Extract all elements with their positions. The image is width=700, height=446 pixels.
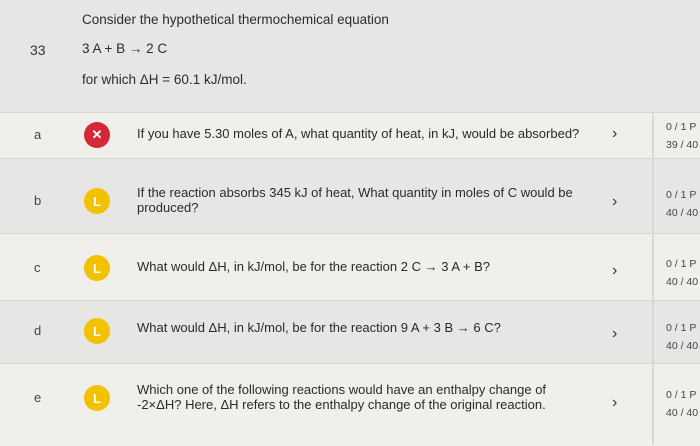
points-score: 0 / 1 P	[666, 322, 697, 334]
question-prompt: Consider the hypothetical thermochemical…	[82, 12, 389, 27]
part-question-text: If you have 5.30 moles of A, what quanti…	[137, 126, 580, 141]
partial-credit-icon: L	[84, 188, 110, 214]
part-letter: e	[34, 390, 42, 405]
chevron-right-icon[interactable]: ›	[612, 262, 617, 280]
part-row-e[interactable]: e L Which one of the following reactions…	[0, 363, 700, 446]
part-row-c[interactable]: c L What would ΔH, in kJ/mol, be for the…	[0, 233, 700, 301]
attempts-count: 40 / 40	[666, 340, 699, 352]
part-question-text: Which one of the following reactions wou…	[137, 382, 547, 412]
partial-credit-icon: L	[84, 318, 110, 344]
chevron-right-icon[interactable]: ›	[612, 193, 617, 211]
points-score: 0 / 1 P	[666, 389, 697, 401]
attempts-count: 39 / 40	[666, 139, 699, 151]
part-letter: b	[34, 193, 42, 208]
part-question-text: What would ΔH, in kJ/mol, be for the rea…	[137, 259, 490, 274]
part-row-a[interactable]: a ✕ If you have 5.30 moles of A, what qu…	[0, 112, 700, 159]
incorrect-icon: ✕	[84, 122, 110, 148]
chevron-right-icon[interactable]: ›	[612, 394, 617, 412]
points-score: 0 / 1 P	[666, 121, 697, 133]
part-question-text: If the reaction absorbs 345 kJ of heat, …	[137, 185, 573, 215]
attempts-count: 40 / 40	[666, 407, 699, 419]
chevron-right-icon[interactable]: ›	[612, 325, 617, 343]
attempts-count: 40 / 40	[666, 276, 699, 288]
attempts-count: 40 / 40	[666, 207, 699, 219]
points-score: 0 / 1 P	[666, 258, 697, 270]
chevron-right-icon[interactable]: ›	[612, 125, 617, 143]
part-row-d[interactable]: d L What would ΔH, in kJ/mol, be for the…	[0, 300, 700, 364]
enthalpy-statement: for which ΔH = 60.1 kJ/mol.	[82, 72, 247, 87]
equation: 3 A + B → 2 C	[82, 41, 168, 56]
partial-credit-icon: L	[84, 385, 110, 411]
question-panel: 33 Consider the hypothetical thermochemi…	[0, 0, 700, 446]
part-question-text: What would ΔH, in kJ/mol, be for the rea…	[137, 320, 501, 335]
part-letter: a	[34, 127, 42, 142]
partial-credit-icon: L	[84, 255, 110, 281]
part-letter: c	[34, 260, 41, 275]
part-row-b[interactable]: b L If the reaction absorbs 345 kJ of he…	[0, 158, 700, 234]
divider	[652, 112, 654, 445]
points-score: 0 / 1 P	[666, 189, 697, 201]
question-number: 33	[30, 42, 46, 58]
part-letter: d	[34, 323, 42, 338]
